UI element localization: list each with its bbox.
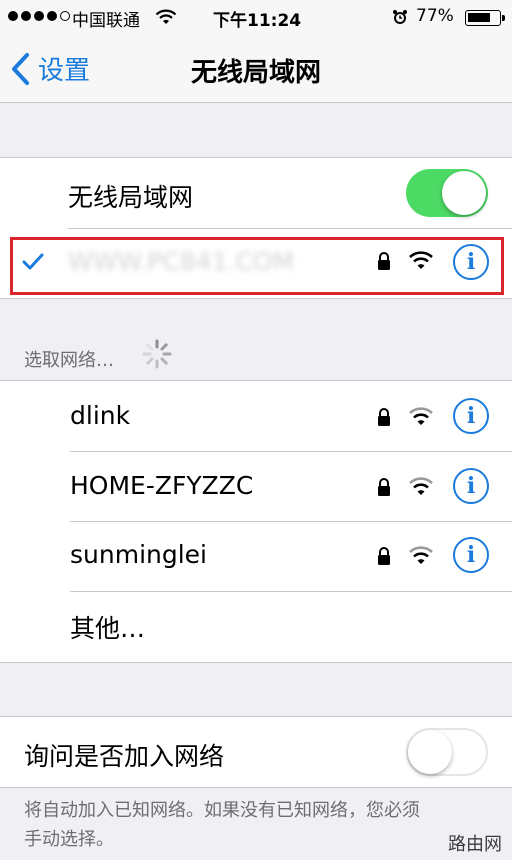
other-network-label: 其他… [70,614,146,643]
wifi-signal-icon [409,477,433,495]
ask-to-join-label: 询问是否加入网络 [24,742,225,771]
footer-line-1: 将自动加入已知网络。如果没有已知网络，您必须 [24,800,420,821]
ask-to-join-footer: 将自动加入已知网络。如果没有已知网络，您必须 手动选择。 [24,796,420,854]
other-network-row[interactable]: 其他… [0,592,512,662]
wifi-signal-icon [409,546,433,564]
choose-network-header: 选取网络… [24,350,114,371]
network-row-home-zfyzzc[interactable]: HOME-ZFYZZC i [0,452,512,522]
loading-spinner-icon [142,339,172,369]
network-row-dlink[interactable]: dlink i [0,381,512,451]
battery-icon [465,10,505,26]
battery-percentage: 77% [416,6,454,26]
lock-icon [378,478,390,496]
ask-to-join-switch[interactable] [406,728,488,776]
page-title: 无线局域网 [190,58,321,88]
network-name: sunminglei [70,540,207,569]
wifi-toggle-label: 无线局域网 [68,183,194,212]
highlight-box [10,237,504,295]
network-name: dlink [70,401,131,430]
network-list: dlink i HOME-ZFYZZC i sunminglei i 其他… [0,380,512,663]
status-time: 下午11:24 [213,11,302,31]
status-bar: 中国联通 下午11:24 77% [0,0,512,36]
lock-icon [378,408,390,426]
alarm-clock-icon [393,10,407,24]
wifi-toggle-row: 无线局域网 [0,158,512,228]
network-row-sunminglei[interactable]: sunminglei i [0,522,512,592]
signal-strength-icon [8,11,70,21]
network-name: HOME-ZFYZZC [70,471,254,500]
network-info-button[interactable]: i [453,398,489,434]
wifi-signal-icon [409,407,433,425]
watermark: 路由网 [448,834,502,855]
network-info-button[interactable]: i [453,468,489,504]
footer-line-2: 手动选择。 [24,829,114,850]
wifi-status-icon [155,9,177,24]
lock-icon [378,547,390,565]
carrier-name: 中国联通 [72,11,140,31]
network-info-button[interactable]: i [453,537,489,573]
wifi-toggle-switch[interactable] [406,169,488,217]
ask-to-join-group: 询问是否加入网络 [0,716,512,788]
